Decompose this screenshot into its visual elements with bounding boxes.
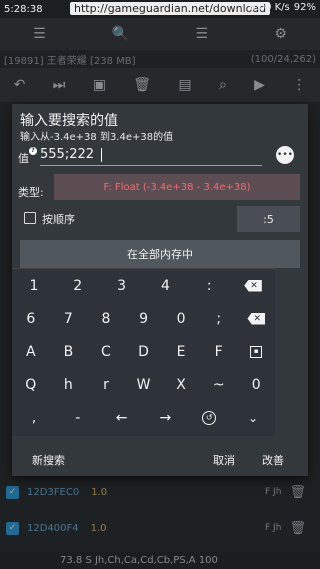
type-label: 类型: bbox=[18, 186, 44, 199]
dialog-subtitle: 输入从-3.4e+38 到3.4e+38的值 bbox=[20, 132, 174, 143]
key-colon[interactable]: : bbox=[187, 269, 231, 302]
key-comma[interactable]: , bbox=[12, 401, 56, 434]
delete-icon: ✕ bbox=[247, 312, 266, 325]
key-q[interactable]: Q bbox=[12, 368, 50, 401]
info-icon[interactable]: ? bbox=[29, 147, 37, 155]
order-input[interactable]: :5 bbox=[237, 206, 300, 232]
dialog-title: 输入要搜索的值 bbox=[20, 113, 118, 129]
collapse-icon: ⌄ bbox=[248, 410, 259, 425]
keyboard-row: 1 2 3 4 : ✕ bbox=[12, 269, 275, 302]
key-w[interactable]: W bbox=[125, 368, 163, 401]
key-semicolon[interactable]: ; bbox=[200, 302, 238, 335]
more-options-icon[interactable]: ••• bbox=[276, 146, 294, 164]
type-select[interactable]: F: Float (-3.4e+38 - 3.4e+38) bbox=[54, 174, 300, 200]
status-time: 5:28:38 bbox=[4, 3, 43, 15]
backspace-key[interactable]: ✕ bbox=[231, 269, 275, 302]
key-8[interactable]: 8 bbox=[87, 302, 125, 335]
key-x[interactable]: X bbox=[162, 368, 200, 401]
keyboard-row: A B C D E F ▪ bbox=[12, 335, 275, 368]
cancel-button[interactable]: 取消 bbox=[213, 452, 235, 468]
key-2[interactable]: 2 bbox=[56, 269, 100, 302]
key-9[interactable]: 9 bbox=[125, 302, 163, 335]
key-0[interactable]: 0 bbox=[162, 302, 200, 335]
key-b[interactable]: B bbox=[50, 335, 88, 368]
key-7[interactable]: 7 bbox=[50, 302, 88, 335]
key-minus[interactable]: - bbox=[56, 401, 100, 434]
dialog-footer: 新搜索 取消 改善 bbox=[12, 444, 308, 476]
key-3[interactable]: 3 bbox=[100, 269, 144, 302]
modify-button[interactable]: 改善 bbox=[262, 452, 284, 468]
history-key[interactable]: ↺ bbox=[187, 401, 231, 434]
hide-keyboard-key[interactable]: ⌄ bbox=[231, 401, 275, 434]
key-c[interactable]: C bbox=[87, 335, 125, 368]
history-icon: ↺ bbox=[202, 410, 217, 425]
status-bar: 5:28:38 http://gameguardian.net/download… bbox=[0, 0, 320, 18]
key-4[interactable]: 4 bbox=[143, 269, 187, 302]
backspace-icon: ✕ bbox=[244, 279, 262, 292]
key-tilde[interactable]: ~ bbox=[200, 368, 238, 401]
left-arrow-key[interactable]: ← bbox=[100, 401, 144, 434]
key-1[interactable]: 1 bbox=[12, 269, 56, 302]
key-a[interactable]: A bbox=[12, 335, 50, 368]
order-label: 按顺序 bbox=[42, 213, 75, 226]
value-input[interactable] bbox=[40, 144, 262, 166]
search-all-memory-button[interactable]: 在全部内存中 bbox=[20, 240, 300, 268]
network-speed: 0.00 K/s bbox=[249, 2, 290, 13]
delete-key[interactable]: ✕ bbox=[237, 302, 275, 335]
text-cursor bbox=[101, 148, 102, 162]
keyboard-row: , - ← → ↺ ⌄ bbox=[12, 401, 275, 434]
key-h[interactable]: h bbox=[50, 368, 88, 401]
battery-level: 92% bbox=[293, 2, 316, 13]
key-d[interactable]: D bbox=[125, 335, 163, 368]
key-zero[interactable]: 0 bbox=[237, 368, 275, 401]
select-all-key[interactable]: ▪ bbox=[237, 335, 275, 368]
key-6[interactable]: 6 bbox=[12, 302, 50, 335]
select-all-icon: ▪ bbox=[250, 345, 263, 358]
right-arrow-key[interactable]: → bbox=[143, 401, 187, 434]
new-search-button[interactable]: 新搜索 bbox=[32, 452, 65, 468]
custom-keyboard: 1 2 3 4 : ✕ 6 7 8 9 0 ; ✕ A B C D E F ▪ … bbox=[12, 268, 275, 436]
keyboard-row: 6 7 8 9 0 ; ✕ bbox=[12, 302, 275, 335]
keyboard-row: Q h r W X ~ 0 bbox=[12, 368, 275, 401]
key-f[interactable]: F bbox=[200, 335, 238, 368]
status-right: 0.00 K/s 92% bbox=[249, 2, 316, 13]
value-label: 值 bbox=[18, 152, 29, 165]
key-r[interactable]: r bbox=[87, 368, 125, 401]
key-e[interactable]: E bbox=[162, 335, 200, 368]
download-url-toast: http://gameguardian.net/download bbox=[70, 2, 271, 15]
order-checkbox[interactable] bbox=[24, 212, 36, 224]
